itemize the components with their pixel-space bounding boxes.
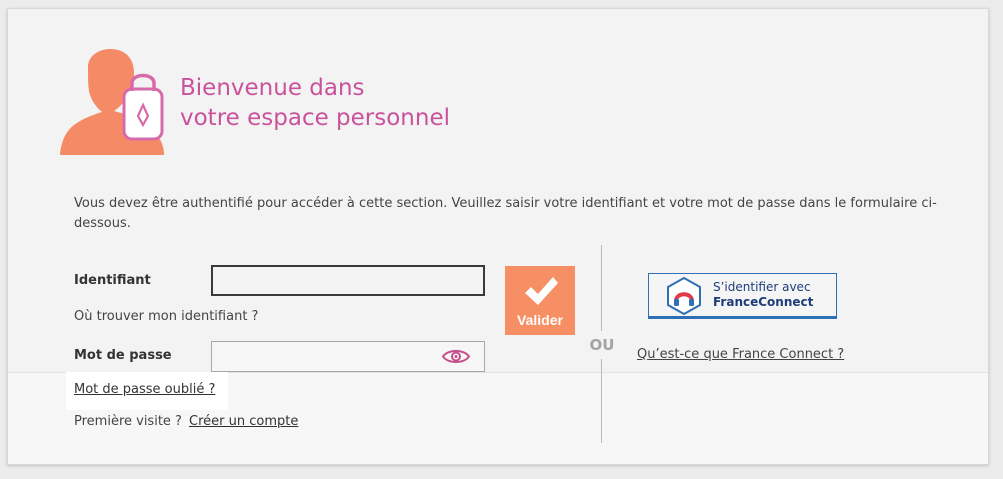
validate-button[interactable]: Valider bbox=[505, 266, 575, 335]
franceconnect-info-link[interactable]: Qu’est-ce que France Connect ? bbox=[637, 347, 844, 362]
title-line1: Bienvenue dans bbox=[180, 75, 365, 101]
identifiant-label: Identifiant bbox=[74, 273, 151, 288]
forgot-password-link[interactable]: Mot de passe oublié ? bbox=[74, 382, 215, 397]
intro-text: Vous devez être authentifié pour accéder… bbox=[74, 196, 937, 231]
franceconnect-logo-icon bbox=[667, 277, 701, 315]
page-title: Bienvenue dans votre espace personnel bbox=[180, 73, 450, 133]
or-separator: OU bbox=[589, 336, 615, 354]
franceconnect-label: S’identifier avec FranceConnect bbox=[713, 280, 813, 310]
franceconnect-line2: FranceConnect bbox=[713, 295, 814, 309]
first-visit-text: Première visite ? bbox=[74, 414, 182, 429]
divider-line-top bbox=[601, 245, 602, 331]
identifiant-input[interactable] bbox=[211, 265, 485, 296]
user-lock-icon bbox=[60, 49, 164, 155]
checkmark-icon bbox=[525, 277, 558, 305]
login-panel: Bienvenue dans votre espace personnel Vo… bbox=[7, 8, 989, 465]
create-account-link[interactable]: Créer un compte bbox=[189, 414, 298, 429]
divider-line-bottom bbox=[601, 359, 602, 443]
where-identifiant-text[interactable]: Où trouver mon identifiant ? bbox=[74, 309, 258, 324]
password-label: Mot de passe bbox=[74, 348, 172, 363]
franceconnect-line1: S’identifier avec bbox=[713, 280, 811, 294]
franceconnect-button[interactable]: S’identifier avec FranceConnect bbox=[648, 273, 837, 319]
validate-label: Valider bbox=[517, 312, 563, 328]
eye-icon[interactable] bbox=[441, 348, 471, 365]
title-line2: votre espace personnel bbox=[180, 105, 451, 131]
